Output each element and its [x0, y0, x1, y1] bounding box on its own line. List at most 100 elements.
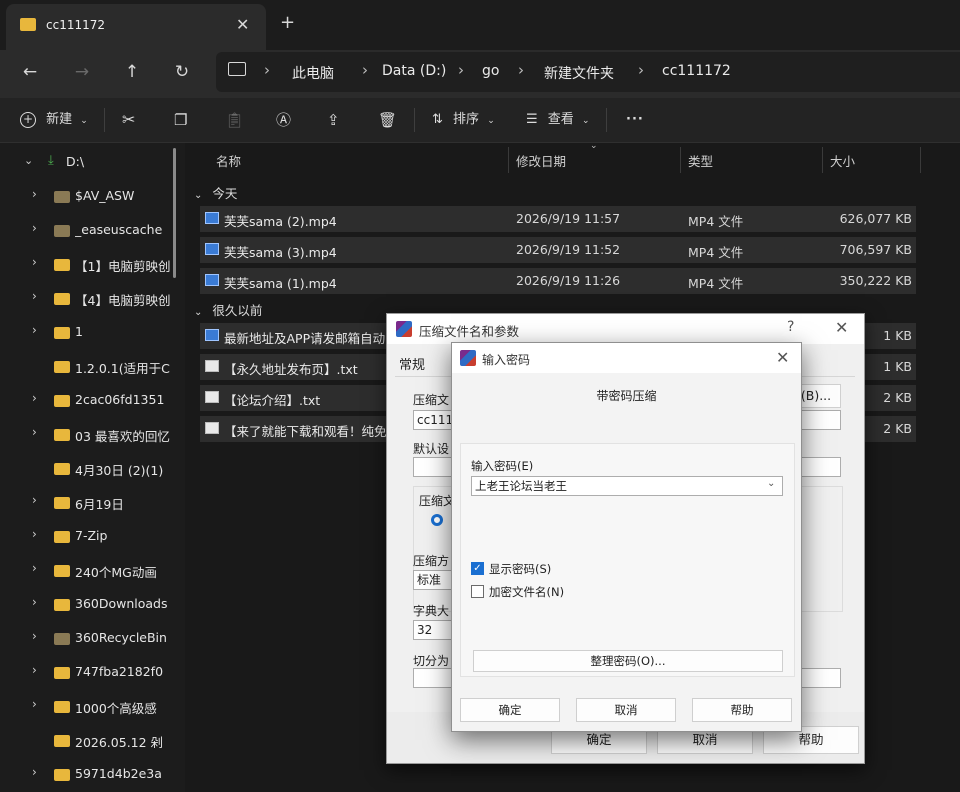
chevron-right-icon[interactable]: ›	[32, 697, 37, 711]
ok-button[interactable]: 确定	[460, 698, 560, 722]
up-arrow-icon[interactable]: ↑	[118, 58, 146, 86]
show-password-checkbox[interactable]: ✓	[471, 562, 484, 575]
delete-icon[interactable]: 🗑︎	[378, 108, 397, 132]
chevron-down-icon: ⌄	[194, 190, 203, 201]
folder-icon	[54, 701, 70, 713]
chevron-right-icon[interactable]: ›	[32, 187, 37, 201]
rename-icon[interactable]: Ⓐ	[276, 108, 291, 132]
help-icon[interactable]: ?	[787, 319, 794, 335]
group-today[interactable]: ⌄ 今天	[194, 183, 237, 202]
sort-label: 排序	[453, 112, 480, 127]
file-row[interactable]: 芙芙sama (3).mp4 2026/9/19 11:52 MP4 文件 706,5…	[200, 237, 916, 263]
close-tab-icon[interactable]: ✕	[236, 15, 249, 34]
sidebar-folder-item[interactable]: › $AV_ASW	[0, 181, 185, 211]
share-icon[interactable]: ⇪	[327, 108, 340, 132]
organize-passwords-button[interactable]: 整理密码(O)...	[473, 650, 783, 672]
archive-name-label: 压缩文	[413, 393, 450, 407]
refresh-icon[interactable]: ↻	[168, 58, 196, 86]
tab-title: cc111172	[46, 18, 106, 32]
column-header-type[interactable]: 类型	[688, 151, 713, 170]
chevron-right-icon[interactable]: ›	[32, 663, 37, 677]
paste-icon[interactable]: 📋︎	[225, 108, 244, 132]
file-name: 芙芙sama (1).mp4	[224, 276, 337, 291]
column-header-size[interactable]: 大小	[830, 151, 855, 170]
folder-icon	[54, 531, 70, 543]
group-long-ago[interactable]: ⌄ 很久以前	[194, 300, 262, 319]
sidebar-scrollbar[interactable]	[173, 148, 176, 278]
video-file-icon	[205, 212, 219, 224]
sidebar-folder-item[interactable]: › 【4】电脑剪映创	[0, 283, 185, 313]
chevron-right-icon[interactable]: ›	[32, 629, 37, 643]
tab-general[interactable]: 常规	[399, 354, 425, 373]
sidebar-folder-item[interactable]: › 360RecycleBin	[0, 623, 185, 653]
tab-current[interactable]: cc111172 ✕	[6, 4, 266, 50]
sidebar-folder-item[interactable]: › 1	[0, 317, 185, 347]
breadcrumb-current[interactable]: cc111172	[662, 63, 731, 79]
file-row[interactable]: 芙芙sama (1).mp4 2026/9/19 11:26 MP4 文件 350,2…	[200, 268, 916, 294]
view-button[interactable]: ☰ 查看 ⌄	[526, 108, 590, 132]
password-input[interactable]: 上老王论坛当老王	[471, 476, 783, 496]
sidebar-folder-item[interactable]: › 【1】电脑剪映创	[0, 249, 185, 279]
chevron-right-icon[interactable]: ›	[32, 527, 37, 541]
close-icon[interactable]: ✕	[835, 318, 848, 337]
chevron-down-icon[interactable]: ⌄	[767, 478, 775, 489]
group-label: 很久以前	[212, 303, 263, 318]
sidebar-folder-item[interactable]: › 7-Zip	[0, 521, 185, 551]
folder-icon	[54, 497, 70, 509]
copy-icon[interactable]: ❐	[174, 108, 187, 132]
breadcrumb-drive[interactable]: Data (D:)	[382, 63, 446, 79]
chevron-right-icon[interactable]: ›	[32, 561, 37, 575]
plus-circle-icon: +	[20, 111, 36, 128]
chevron-right-icon[interactable]: ›	[32, 595, 37, 609]
close-icon[interactable]: ✕	[776, 348, 789, 367]
sidebar-item-label: 4月30日 (2)(1)	[75, 463, 164, 478]
chevron-right-icon[interactable]: ›	[32, 765, 37, 779]
cut-icon[interactable]: ✂	[122, 108, 135, 132]
sidebar-folder-item[interactable]: › _easeuscache	[0, 215, 185, 245]
chevron-right-icon[interactable]: ›	[32, 425, 37, 439]
folder-icon	[54, 633, 70, 645]
chevron-right-icon[interactable]: ›	[32, 255, 37, 269]
sidebar-folder-item[interactable]: 2026.05.12 剁	[0, 725, 185, 755]
sidebar-folder-item[interactable]: 4月30日 (2)(1)	[0, 453, 185, 483]
view-label: 查看	[547, 112, 574, 127]
sidebar-folder-item[interactable]: › 6月19日	[0, 487, 185, 517]
sidebar-folder-item[interactable]: › 747fba2182f0	[0, 657, 185, 687]
back-arrow-icon[interactable]: ←	[16, 58, 44, 86]
folder-icon	[54, 769, 70, 781]
sidebar-folder-item[interactable]: › 360Downloads	[0, 589, 185, 619]
text-file-icon	[205, 391, 219, 403]
more-options-button[interactable]: ···	[626, 108, 644, 132]
new-tab-button[interactable]: +	[280, 12, 295, 33]
cancel-button[interactable]: 取消	[576, 698, 676, 722]
format-radio[interactable]	[431, 514, 443, 526]
chevron-right-icon[interactable]: ›	[32, 289, 37, 303]
chevron-right-icon[interactable]: ›	[32, 391, 37, 405]
help-button[interactable]: 帮助	[692, 698, 792, 722]
sort-button[interactable]: ⇅ 排序 ⌄	[432, 108, 495, 132]
forward-arrow-icon[interactable]: →	[68, 58, 96, 86]
breadcrumb-new-folder[interactable]: 新建文件夹	[544, 63, 614, 83]
sidebar-folder-item[interactable]: › 5971d4b2e3a	[0, 759, 185, 789]
sidebar-folder-item[interactable]: 1.2.0.1(适用于C	[0, 351, 185, 381]
sidebar-drive-d[interactable]: ⌄ ⤓ D:\	[0, 147, 185, 177]
sidebar-folder-item[interactable]: › 240个MG动画	[0, 555, 185, 585]
chevron-right-icon[interactable]: ›	[32, 221, 37, 235]
column-header-modified[interactable]: 修改日期	[516, 151, 566, 170]
new-button[interactable]: + 新建 ⌄	[20, 108, 88, 132]
password-dialog-titlebar: 输入密码 ✕	[452, 343, 801, 373]
chevron-right-icon[interactable]: ›	[32, 493, 37, 507]
sidebar-folder-item[interactable]: › 1000个高级感	[0, 691, 185, 721]
breadcrumb-this-pc[interactable]: 此电脑	[292, 63, 334, 83]
sidebar-folder-item[interactable]: › 2cac06fd1351	[0, 385, 185, 415]
divider	[606, 108, 607, 132]
encrypt-filenames-checkbox[interactable]	[471, 585, 484, 598]
chevron-right-icon[interactable]: ›	[32, 323, 37, 337]
column-header-name[interactable]: 名称	[216, 151, 241, 170]
file-row[interactable]: 芙芙sama (2).mp4 2026/9/19 11:57 MP4 文件 626,0…	[200, 206, 916, 232]
divider	[414, 108, 415, 132]
breadcrumb-go[interactable]: go	[482, 63, 499, 79]
sidebar-folder-item[interactable]: › 03 最喜欢的回忆	[0, 419, 185, 449]
sidebar-item-label: _easeuscache	[75, 222, 163, 237]
address-bar[interactable]: › 此电脑 › Data (D:) › go › 新建文件夹 › cc11117…	[216, 52, 960, 92]
